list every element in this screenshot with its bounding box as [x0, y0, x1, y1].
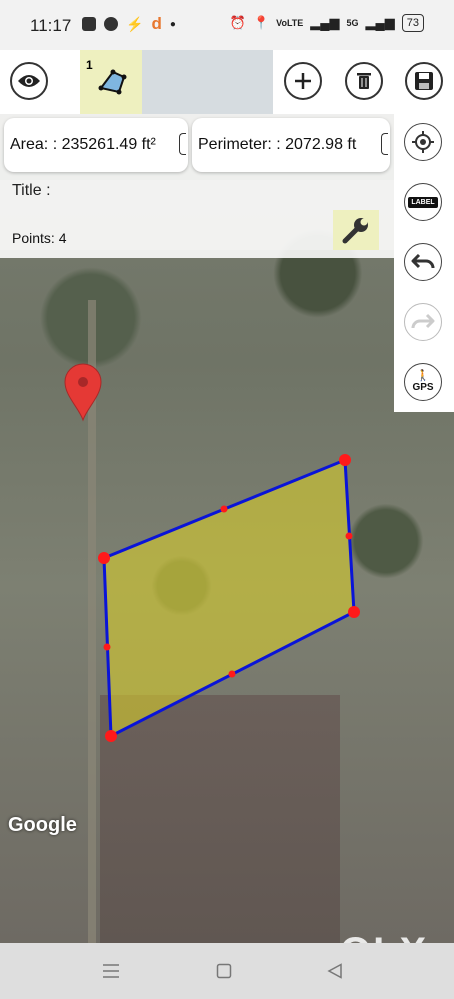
- label-icon: LABEL: [408, 196, 438, 208]
- android-nav-bar: [0, 943, 454, 999]
- points-count: Points: 4: [12, 230, 67, 246]
- undo-button[interactable]: [404, 243, 442, 281]
- location-icon: 📍: [252, 15, 270, 30]
- measured-polygon[interactable]: [102, 457, 356, 739]
- notification-icons: ⚡ d ●: [82, 14, 176, 34]
- home-button[interactable]: [214, 961, 234, 981]
- add-button[interactable]: [284, 62, 322, 100]
- area-value: Area: : 235261.49 ft²: [10, 136, 156, 153]
- right-tool-sidebar: LABEL 🚶 GPS: [394, 114, 454, 412]
- measurement-info-panel: Area: : 235261.49 ft² Perimeter: : 2072.…: [0, 114, 394, 258]
- gps-button[interactable]: 🚶 GPS: [404, 363, 442, 401]
- vertex-handle[interactable]: [105, 730, 117, 742]
- wrench-icon: [342, 218, 368, 244]
- vertex-handle[interactable]: [98, 552, 110, 564]
- save-icon: [415, 72, 433, 90]
- signal-icon-2: ▂▄▆: [365, 15, 395, 30]
- volte-label: VoLTE: [276, 17, 304, 28]
- perimeter-value: Perimeter: : 2072.98 ft: [198, 136, 357, 153]
- area-unit-bracket: [179, 133, 186, 155]
- system-icons: ⏰ 📍 VoLTE ▂▄▆ 5G ▂▄▆ 73: [230, 14, 424, 32]
- layer-number: 1: [86, 58, 93, 72]
- recent-apps-button[interactable]: [101, 961, 121, 981]
- app-icon: [104, 17, 118, 31]
- redo-icon: [411, 313, 435, 329]
- network-type: 5G: [346, 18, 359, 28]
- area-box[interactable]: Area: : 235261.49 ft²: [4, 118, 188, 172]
- back-button[interactable]: [325, 961, 345, 981]
- my-location-button[interactable]: [404, 123, 442, 161]
- vertex-handle[interactable]: [348, 606, 360, 618]
- perimeter-box[interactable]: Perimeter: : 2072.98 ft: [192, 118, 390, 172]
- midpoint-handle[interactable]: [228, 670, 236, 678]
- menu-icon: [103, 964, 119, 978]
- locate-icon: [412, 131, 434, 153]
- save-button[interactable]: [405, 62, 443, 100]
- label-button[interactable]: LABEL: [404, 183, 442, 221]
- midpoint-handle[interactable]: [345, 532, 353, 540]
- bolt-icon: ⚡: [126, 15, 144, 32]
- perimeter-unit-bracket: [381, 133, 388, 155]
- layer-tab[interactable]: 1: [80, 50, 142, 114]
- title-label: Title :: [12, 182, 51, 199]
- back-triangle-icon: [327, 963, 342, 979]
- message-icon: [82, 17, 96, 31]
- alarm-icon: ⏰: [229, 15, 246, 30]
- redo-button[interactable]: [404, 303, 442, 341]
- vertex-handle[interactable]: [339, 454, 351, 466]
- toolbar-empty-panel: [142, 50, 273, 114]
- eye-icon: [18, 75, 40, 87]
- signal-icon: ▂▄▆: [310, 15, 340, 30]
- dot-icon: ●: [169, 18, 176, 30]
- location-pin-icon[interactable]: [64, 363, 102, 422]
- add-icon: [295, 73, 311, 89]
- gps-walk-icon: 🚶: [416, 370, 430, 382]
- d-app-icon: d: [151, 14, 162, 33]
- google-logo: Google: [8, 814, 77, 836]
- polygon-layer-icon: [98, 69, 127, 95]
- home-square-icon: [216, 963, 232, 979]
- undo-icon: [411, 253, 435, 269]
- trash-icon: [357, 73, 371, 89]
- midpoint-handle[interactable]: [220, 505, 228, 513]
- status-bar: 11:17 ⚡ d ● ⏰ 📍 VoLTE ▂▄▆ 5G ▂▄▆ 73: [0, 0, 454, 50]
- gps-label: GPS: [412, 382, 434, 393]
- midpoint-handle[interactable]: [103, 643, 111, 651]
- settings-wrench-button[interactable]: [333, 210, 379, 250]
- battery-indicator: 73: [401, 14, 424, 32]
- delete-button[interactable]: [345, 62, 383, 100]
- status-time: 11:17: [30, 16, 72, 35]
- eye-toggle-button[interactable]: [10, 62, 48, 100]
